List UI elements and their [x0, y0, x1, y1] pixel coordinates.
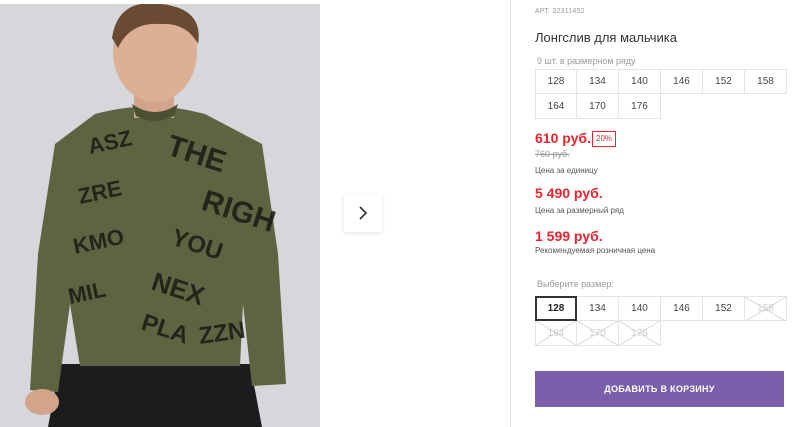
size-option-146[interactable]: 146 — [661, 296, 703, 321]
size-label: 152 — [715, 303, 732, 314]
column-divider — [510, 0, 511, 427]
size-label: 164 — [547, 327, 565, 339]
size-option-140[interactable]: 140 — [619, 296, 661, 321]
size-label: 140 — [631, 76, 648, 87]
row-size-134: 134 — [577, 69, 619, 94]
size-label: 134 — [589, 76, 606, 87]
size-option-152[interactable]: 152 — [703, 296, 745, 321]
size-label: 152 — [715, 76, 732, 87]
size-picker: 128 134 140 146 152 158 164 170 176 — [535, 296, 787, 346]
size-label: 146 — [673, 76, 690, 87]
size-label: 170 — [589, 327, 606, 339]
old-price: 760 руб. — [535, 149, 570, 159]
unit-price: 610 руб. — [535, 130, 591, 146]
size-option-170: 170 — [577, 321, 619, 346]
row-size-152: 152 — [703, 69, 745, 94]
size-label: 158 — [757, 303, 774, 314]
size-option-176: 176 — [619, 321, 661, 346]
size-option-134[interactable]: 134 — [577, 296, 619, 321]
size-label: 128 — [547, 76, 565, 87]
size-option-158: 158 — [745, 296, 787, 322]
size-label: 140 — [631, 303, 648, 314]
row-size-176: 176 — [619, 94, 661, 119]
retail-price-label: Рекомендуемая розничная цена — [535, 246, 656, 255]
discount-badge: 20% — [592, 131, 617, 147]
article-number: АРТ. 32311452 — [535, 8, 585, 15]
product-gallery: THE RIGH YOU NEX PLA ASZ ZRE KMO MIL ZZN — [0, 0, 510, 427]
size-label: 128 — [547, 303, 565, 314]
row-size-158: 158 — [745, 69, 787, 94]
row-size-146: 146 — [661, 69, 703, 94]
chevron-right-icon — [359, 206, 368, 220]
row-price: 5 490 руб. — [535, 185, 603, 201]
size-label: 134 — [589, 303, 606, 314]
product-title: Лонгслив для мальчика — [535, 30, 677, 45]
size-option-128[interactable]: 128 — [535, 296, 577, 321]
choose-size-label: Выберите размер: — [537, 279, 614, 289]
size-label: 158 — [757, 76, 774, 87]
row-price-label: Цена за размерный ряд — [535, 206, 624, 215]
product-photo[interactable]: THE RIGH YOU NEX PLA ASZ ZRE KMO MIL ZZN — [0, 4, 320, 427]
size-option-164: 164 — [535, 321, 577, 346]
size-label: 170 — [589, 100, 606, 112]
row-size-164: 164 — [535, 94, 577, 119]
row-size-170: 170 — [577, 94, 619, 119]
row-count-text: 9 шт. в размерном ряду — [537, 56, 636, 66]
size-label: 176 — [631, 100, 648, 112]
size-label: 164 — [547, 100, 565, 112]
size-label: 146 — [673, 303, 690, 314]
retail-price: 1 599 руб. — [535, 228, 603, 244]
row-size-140: 140 — [619, 69, 661, 94]
size-label: 176 — [631, 327, 648, 339]
unit-price-label: Цена за единицу — [535, 166, 598, 175]
size-row-grid: 128 134 140 146 152 158 164 170 176 — [535, 69, 787, 119]
add-to-cart-button[interactable]: ДОБАВИТЬ В КОРЗИНУ — [535, 371, 784, 407]
row-size-128: 128 — [535, 69, 577, 94]
gallery-next-button[interactable] — [344, 194, 382, 232]
boy-in-longsleeve-image: THE RIGH YOU NEX PLA ASZ ZRE KMO MIL ZZN — [0, 4, 320, 427]
